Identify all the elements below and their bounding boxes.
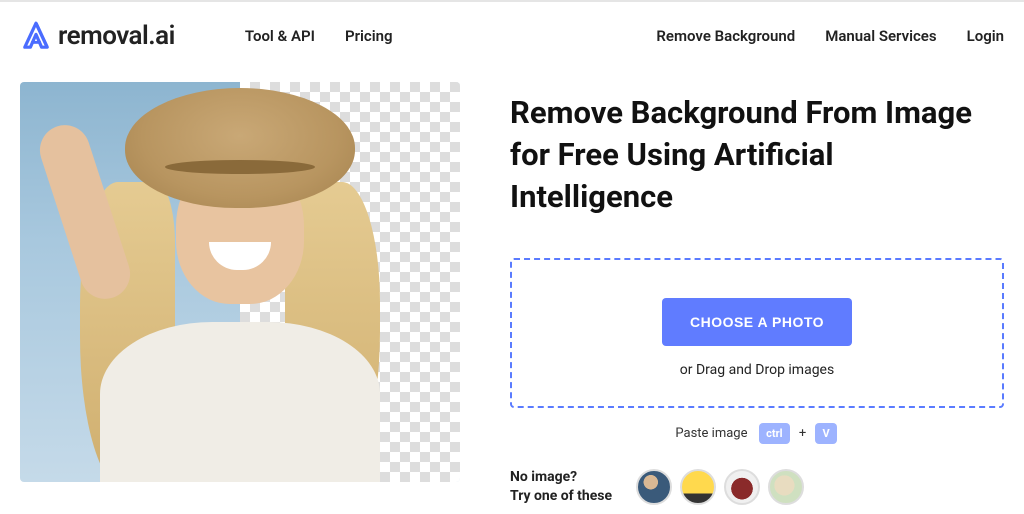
header: removal.ai Tool & API Pricing Remove Bac… bbox=[0, 2, 1024, 70]
page-headline: Remove Background From Image for Free Us… bbox=[510, 92, 1004, 218]
sample-thumb-bag[interactable] bbox=[724, 469, 760, 505]
sample-thumb-dog[interactable] bbox=[768, 469, 804, 505]
kbd-ctrl: ctrl bbox=[759, 423, 789, 444]
kbd-plus: + bbox=[799, 426, 806, 441]
logo-text: removal.ai bbox=[58, 21, 175, 51]
nav-manual-services[interactable]: Manual Services bbox=[825, 27, 936, 45]
person-illustration bbox=[20, 82, 460, 482]
samples-text: No image? Try one of these bbox=[510, 468, 612, 507]
nav-pricing[interactable]: Pricing bbox=[345, 27, 393, 45]
paste-label: Paste image bbox=[675, 425, 747, 440]
content: Remove Background From Image for Free Us… bbox=[510, 82, 1004, 507]
upload-dropzone[interactable]: CHOOSE A PHOTO or Drag and Drop images bbox=[510, 258, 1004, 408]
nav-right: Remove Background Manual Services Login bbox=[656, 27, 1004, 45]
nav-remove-background[interactable]: Remove Background bbox=[656, 27, 795, 45]
nav-login[interactable]: Login bbox=[967, 27, 1004, 45]
hero-image bbox=[20, 82, 460, 482]
choose-photo-button[interactable]: CHOOSE A PHOTO bbox=[662, 298, 852, 346]
sample-thumbs bbox=[636, 469, 804, 505]
sample-thumb-person[interactable] bbox=[636, 469, 672, 505]
sample-thumb-car[interactable] bbox=[680, 469, 716, 505]
paste-hint: Paste image ctrl + V bbox=[510, 423, 1004, 444]
no-image-label: No image? bbox=[510, 468, 612, 488]
nav-left: Tool & API Pricing bbox=[245, 27, 393, 45]
samples-row: No image? Try one of these bbox=[510, 468, 1004, 507]
drag-drop-label: or Drag and Drop images bbox=[532, 362, 982, 378]
kbd-v: V bbox=[815, 423, 836, 444]
logo-icon bbox=[20, 20, 52, 52]
nav-tool-api[interactable]: Tool & API bbox=[245, 27, 315, 45]
main: Remove Background From Image for Free Us… bbox=[0, 82, 1024, 507]
logo[interactable]: removal.ai bbox=[20, 20, 175, 52]
try-one-label: Try one of these bbox=[510, 487, 612, 507]
